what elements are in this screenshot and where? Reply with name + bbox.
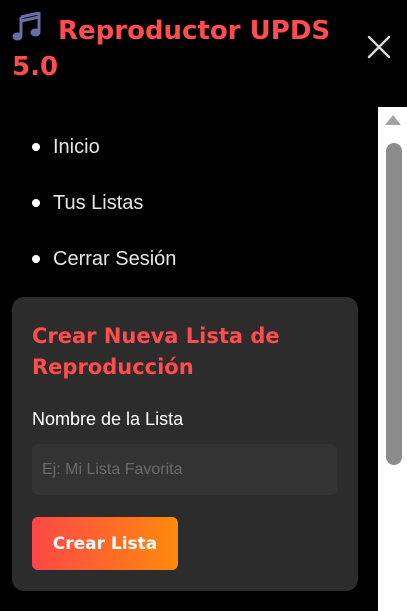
playlist-name-input[interactable]: [32, 444, 337, 495]
main-nav: Inicio Tus Listas Cerrar Sesión: [32, 128, 176, 296]
bullet-dot: [32, 199, 40, 207]
vertical-scrollbar[interactable]: [378, 107, 407, 611]
close-icon: [367, 35, 391, 59]
bullet-dot: [32, 255, 40, 263]
bullet-dot: [32, 143, 40, 151]
music-icon: [12, 11, 48, 42]
app-brand: Reproductor UPDS 5.0: [12, 11, 357, 85]
app-title: Reproductor UPDS 5.0: [12, 16, 331, 82]
card-title: Crear Nueva Lista de Reproducción: [32, 324, 280, 379]
nav-item-label: Tus Listas: [53, 192, 144, 214]
close-button[interactable]: [364, 32, 394, 62]
nav-item-tus-listas[interactable]: Tus Listas: [32, 184, 176, 240]
playlist-name-label: Nombre de la Lista: [32, 409, 184, 429]
sidebar-panel: Reproductor UPDS 5.0 Inicio Tus Listas C…: [0, 0, 407, 611]
create-playlist-button[interactable]: Crear Lista: [32, 517, 178, 570]
nav-item-label: Cerrar Sesión: [53, 248, 177, 270]
nav-item-label: Inicio: [53, 136, 100, 158]
create-playlist-card: Crear Nueva Lista de Reproducción Nombre…: [12, 297, 358, 591]
nav-item-inicio[interactable]: Inicio: [32, 128, 176, 184]
scroll-up-arrow-icon[interactable]: [385, 115, 401, 125]
scroll-thumb[interactable]: [386, 143, 402, 465]
nav-item-cerrar-sesion[interactable]: Cerrar Sesión: [32, 240, 176, 296]
